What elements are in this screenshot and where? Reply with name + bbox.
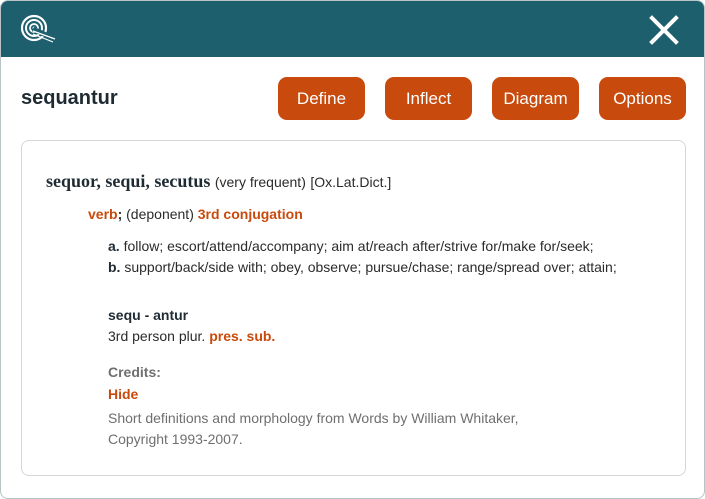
- dictionary-popup: sequantur Define Inflect Diagram Options…: [0, 0, 705, 499]
- sense-item: a. follow; escort/attend/accompany; aim …: [108, 236, 653, 257]
- sense-item: b. support/back/side with; obey, observe…: [108, 257, 653, 278]
- morphology-form: sequ - antur: [108, 307, 189, 323]
- pos-separator: ;: [117, 206, 123, 222]
- headword: sequor, sequi, secutus: [46, 171, 211, 191]
- credits-text: Short definitions and morphology from Wo…: [108, 408, 628, 450]
- entry-heading: sequor, sequi, secutus (very frequent) […: [46, 171, 391, 192]
- lookup-word: sequantur: [21, 87, 118, 109]
- inflect-button[interactable]: Inflect: [385, 77, 472, 120]
- morphology: sequ - antur 3rd person plur. pres. sub.: [108, 305, 275, 347]
- frequency-note: (very frequent): [214, 174, 306, 190]
- credits-label: Credits:: [108, 364, 161, 380]
- sense-letter: a.: [108, 238, 120, 254]
- title-bar: [1, 1, 704, 57]
- hide-credits-link[interactable]: Hide: [108, 384, 628, 405]
- dictionary-source: [Ox.Lat.Dict.]: [310, 174, 392, 190]
- credits-section: Credits: Hide Short definitions and morp…: [108, 362, 628, 450]
- close-x-icon[interactable]: [648, 14, 680, 46]
- definition-card: sequor, sequi, secutus (very frequent) […: [21, 140, 686, 476]
- pos-note: (deponent): [126, 206, 194, 222]
- credits-line: Short definitions and morphology from Wo…: [108, 410, 519, 426]
- diagram-button[interactable]: Diagram: [492, 77, 579, 120]
- sense-list: a. follow; escort/attend/accompany; aim …: [108, 236, 653, 278]
- spiral-logo-icon: [20, 14, 57, 43]
- sense-text: support/back/side with; obey, observe; p…: [124, 259, 617, 275]
- morphology-tense: pres. sub.: [209, 328, 276, 344]
- options-button[interactable]: Options: [599, 77, 686, 120]
- morphology-detail: 3rd person plur. pres. sub.: [108, 326, 275, 347]
- sense-text: follow; escort/attend/accompany; aim at/…: [123, 238, 594, 254]
- credits-line: Copyright 1993-2007.: [108, 431, 243, 447]
- toolbar: sequantur Define Inflect Diagram Options: [1, 57, 704, 141]
- part-of-speech: verb: [88, 206, 118, 222]
- define-button[interactable]: Define: [278, 77, 365, 120]
- sense-letter: b.: [108, 259, 121, 275]
- conjugation: 3rd conjugation: [197, 206, 303, 222]
- morphology-description: 3rd person plur.: [108, 328, 206, 344]
- part-of-speech-line: verb; (deponent) 3rd conjugation: [88, 206, 303, 222]
